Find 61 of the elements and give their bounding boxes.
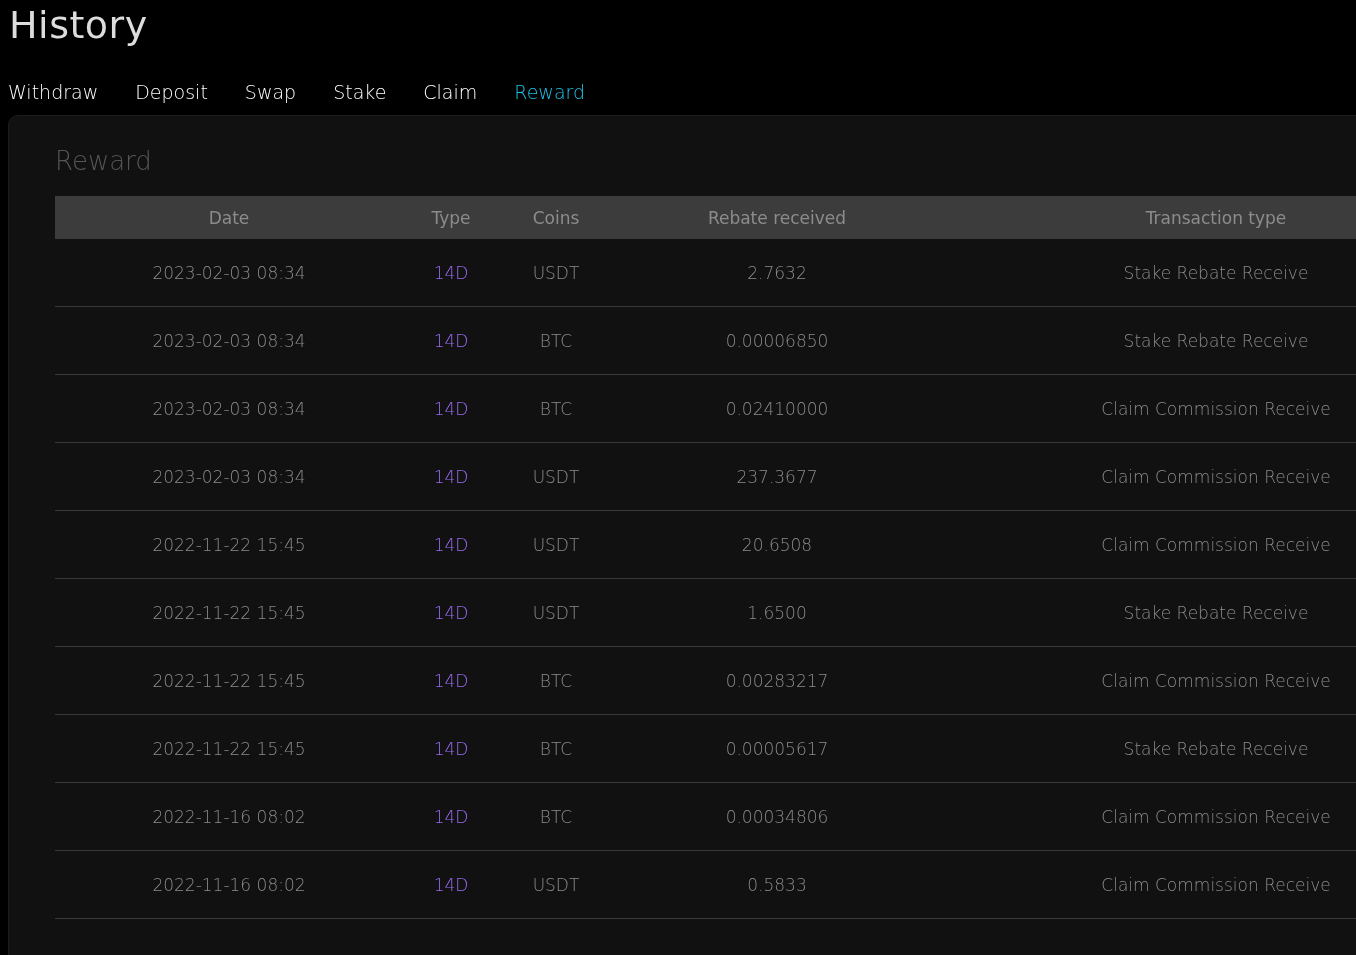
table-cell: Claim Commission Receive — [941, 510, 1356, 579]
table-cell: USDT — [499, 510, 613, 579]
table-cell: 1.6500 — [613, 578, 941, 647]
table-cell: 0.00005617 — [613, 714, 941, 783]
table-cell: 14D — [403, 374, 499, 443]
table-cell: 0.00006850 — [613, 306, 941, 375]
table-cell: 14D — [403, 442, 499, 511]
table-cell: Stake Rebate Receive — [941, 578, 1356, 647]
table-cell: 2022-11-22 15:45 — [55, 714, 403, 783]
table-cell: 20.6508 — [613, 510, 941, 579]
table-cell: 14D — [403, 714, 499, 783]
table-cell: Claim Commission Receive — [941, 374, 1356, 443]
table-cell: 2023-02-03 08:34 — [55, 442, 403, 511]
table-cell: Claim Commission Receive — [941, 782, 1356, 851]
table-cell: 2022-11-22 15:45 — [55, 510, 403, 579]
table-cell: Claim Commission Receive — [941, 850, 1356, 919]
table-cell: 237.3677 — [613, 442, 941, 511]
table-cell: 14D — [403, 850, 499, 919]
column-header: Type — [403, 196, 499, 239]
panel-title: Reward — [55, 145, 153, 178]
table-cell: 14D — [403, 782, 499, 851]
table-cell: 2022-11-22 15:45 — [55, 578, 403, 647]
table-cell: 2.7632 — [613, 239, 941, 307]
table-cell: USDT — [499, 239, 613, 307]
table-cell: BTC — [499, 782, 613, 851]
column-header: Date — [55, 196, 403, 239]
column-header: Rebate received — [613, 196, 941, 239]
table-cell: 0.5833 — [613, 850, 941, 919]
table-cell: 14D — [403, 578, 499, 647]
table-cell: BTC — [499, 646, 613, 715]
table-cell: 14D — [403, 646, 499, 715]
column-header: Coins — [499, 196, 613, 239]
table-cell: Stake Rebate Receive — [941, 239, 1356, 307]
table-cell: 14D — [403, 306, 499, 375]
table-cell: Stake Rebate Receive — [941, 306, 1356, 375]
table-cell: USDT — [499, 578, 613, 647]
table-cell: USDT — [499, 442, 613, 511]
table-cell: USDT — [499, 850, 613, 919]
tab[interactable]: Claim — [423, 77, 478, 100]
table-cell: 2022-11-16 08:02 — [55, 782, 403, 851]
table-cell: BTC — [499, 306, 613, 375]
table-cell: 2023-02-03 08:34 — [55, 239, 403, 307]
table-cell: 14D — [403, 510, 499, 579]
table-cell: 2022-11-16 08:02 — [55, 850, 403, 919]
table-cell: 0.00283217 — [613, 646, 941, 715]
tab[interactable]: Withdraw — [8, 77, 99, 100]
page-title: History — [8, 2, 149, 49]
table-cell: BTC — [499, 714, 613, 783]
table-cell: BTC — [499, 374, 613, 443]
table-cell: 0.02410000 — [613, 374, 941, 443]
table-cell: 2022-11-22 15:45 — [55, 646, 403, 715]
tab[interactable]: Stake — [333, 77, 387, 100]
table-cell: 14D — [403, 239, 499, 307]
column-header: Transaction type — [941, 196, 1356, 239]
table-cell: 2023-02-03 08:34 — [55, 374, 403, 443]
table-cell: 0.00034806 — [613, 782, 941, 851]
table-cell: 2023-02-03 08:34 — [55, 306, 403, 375]
tab[interactable]: Reward — [514, 77, 586, 100]
table-cell: Stake Rebate Receive — [941, 714, 1356, 783]
table-cell: Claim Commission Receive — [941, 646, 1356, 715]
table-cell: Claim Commission Receive — [941, 442, 1356, 511]
